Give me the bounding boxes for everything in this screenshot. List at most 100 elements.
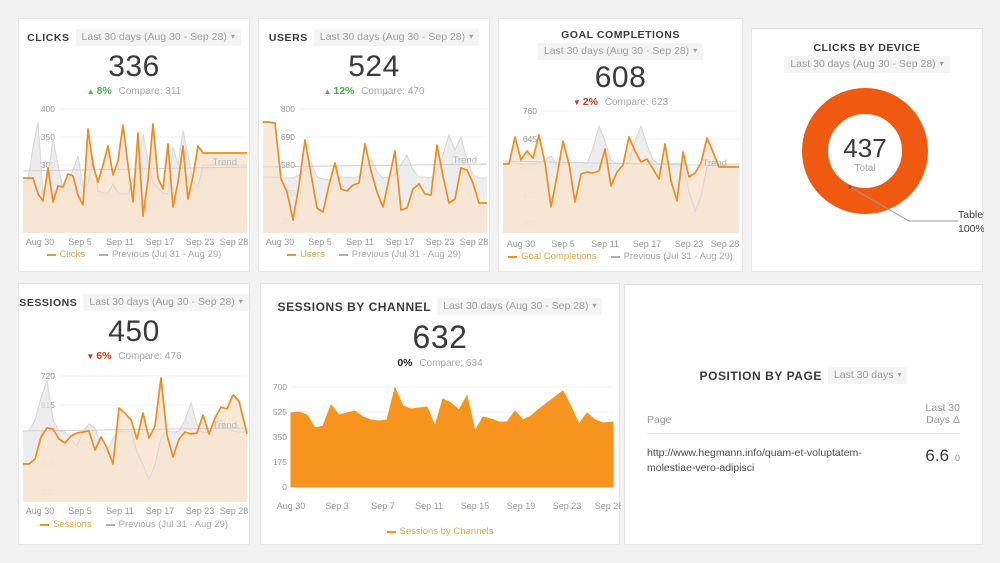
sessions-metric-value: 450 [108, 315, 160, 348]
goals-chart-svg: 760 645 530 415 300 Trend Aug 30 Sep 5 S… [502, 106, 740, 249]
svg-text:Sep 11: Sep 11 [591, 239, 619, 249]
position-value: 6.6 [925, 446, 950, 465]
line-swatch-icon [46, 253, 56, 256]
clicks-delta: ▲ 8% [86, 85, 112, 97]
svg-text:525: 525 [273, 407, 287, 417]
users-metric-value: 524 [348, 50, 400, 83]
sessions-delta: ▼ 6% [86, 350, 112, 362]
sessions-header: SESSIONS Last 30 days (Aug 30 - Sep 28) … [19, 284, 249, 311]
cell-page-url[interactable]: http://www.hegmann.info/quam-et-voluptat… [647, 434, 925, 487]
sessions-range-selector[interactable]: Last 30 days (Aug 30 - Sep 28) ▾ [83, 294, 249, 311]
legend-item-sessions-by-channels[interactable]: Sessions by Channels [386, 526, 494, 537]
sessions-range-label: Last 30 days (Aug 30 - Sep 28) [89, 296, 235, 308]
channel-range-label: Last 30 days (Aug 30 - Sep 28) [443, 300, 589, 312]
arrow-up-icon: ▲ [86, 87, 95, 96]
svg-text:760: 760 [523, 106, 537, 116]
position-range-label: Last 30 days [833, 369, 894, 381]
device-range-label: Last 30 days (Aug 30 - Sep 28) [790, 58, 936, 70]
svg-text:Sep 11: Sep 11 [415, 501, 443, 511]
channel-area [290, 386, 614, 488]
channel-header: SESSIONS BY CHANNEL Last 30 days (Aug 30… [261, 284, 619, 315]
column-header-line2: Days [926, 414, 951, 426]
svg-text:Sep 28: Sep 28 [220, 506, 249, 516]
svg-text:720: 720 [41, 371, 55, 381]
clicks-header: CLICKS Last 30 days (Aug 30 - Sep 28) ▾ [19, 19, 249, 46]
users-range-selector[interactable]: Last 30 days (Aug 30 - Sep 28) ▾ [313, 29, 480, 46]
svg-text:175: 175 [273, 457, 287, 467]
users-compare-row: ▲ 12% Compare: 470 [259, 85, 489, 97]
position-table-body: http://www.hegmann.info/quam-et-voluptat… [647, 434, 960, 487]
legend-item-previous[interactable]: Previous (Jul 31 - Aug 29) [610, 251, 733, 262]
users-legend: Users Previous (Jul 31 - Aug 29) [259, 249, 489, 260]
legend-label: Goal Completions [521, 251, 597, 262]
clicks-range-selector[interactable]: Last 30 days (Aug 30 - Sep 28) ▾ [75, 29, 241, 46]
svg-text:Sep 28: Sep 28 [460, 237, 489, 247]
position-delta: 0 [954, 453, 960, 463]
svg-text:Aug 30: Aug 30 [507, 239, 536, 249]
svg-text:Sep 17: Sep 17 [146, 506, 175, 516]
dashboard-root: CLICKS Last 30 days (Aug 30 - Sep 28) ▾ … [0, 0, 1000, 563]
clicks-trend-label: Trend [213, 157, 237, 168]
line-swatch-icon [105, 523, 115, 526]
legend-label: Sessions by Channels [399, 526, 494, 537]
goals-header: GOAL COMPLETIONS Last 30 days (Aug 30 - … [499, 19, 742, 60]
legend-label: Previous (Jul 31 - Aug 29) [623, 251, 733, 262]
card-position-by-page: POSITION BY PAGE Last 30 days ▾ Page Las… [624, 284, 983, 545]
legend-label: Previous (Jul 31 - Aug 29) [351, 249, 462, 260]
users-trend-label: Trend [453, 155, 477, 166]
chevron-down-icon: ▾ [230, 32, 235, 41]
svg-text:Sep 11: Sep 11 [346, 237, 374, 247]
channel-metric-value: 632 [412, 319, 468, 355]
legend-label: Clicks [59, 249, 86, 260]
svg-text:Sep 17: Sep 17 [146, 237, 175, 247]
legend-item-previous[interactable]: Previous (Jul 31 - Aug 29) [105, 519, 228, 530]
users-x-axis: Aug 30 Sep 5 Sep 11 Sep 17 Sep 23 Sep 28 [266, 237, 489, 247]
svg-text:Sep 28: Sep 28 [711, 239, 740, 249]
svg-text:645: 645 [523, 134, 537, 144]
svg-text:700: 700 [273, 382, 287, 392]
legend-item-goal-completions[interactable]: Goal Completions [508, 251, 597, 262]
table-row[interactable]: http://www.hegmann.info/quam-et-voluptat… [647, 434, 960, 487]
svg-text:Sep 3: Sep 3 [325, 501, 349, 511]
clicks-compare-label: Compare: 311 [118, 86, 182, 97]
goals-legend: Goal Completions Previous (Jul 31 - Aug … [499, 251, 742, 262]
device-range-selector[interactable]: Last 30 days (Aug 30 - Sep 28) ▾ [784, 56, 950, 73]
position-range-selector[interactable]: Last 30 days ▾ [827, 367, 908, 384]
card-clicks-by-device: CLICKS BY DEVICE Last 30 days (Aug 30 - … [751, 28, 984, 272]
chevron-down-icon: ▾ [897, 370, 902, 379]
channel-range-selector[interactable]: Last 30 days (Aug 30 - Sep 28) ▾ [437, 298, 603, 315]
column-header-last30days[interactable]: Last 30 Days Δ [925, 402, 960, 434]
svg-text:Sep 5: Sep 5 [68, 237, 92, 247]
device-donut-svg: 437 Total Tablet 100% [802, 88, 984, 235]
line-swatch-icon [508, 255, 518, 258]
sessions-compare-label: Compare: 476 [118, 351, 182, 362]
svg-text:Sep 23: Sep 23 [426, 237, 455, 247]
line-swatch-icon [99, 253, 109, 256]
legend-item-users[interactable]: Users [286, 249, 325, 260]
sessions-chart-svg: 720 615 510 405 300 Trend Aug 30 Sep 5 S… [22, 371, 249, 516]
svg-text:Sep 5: Sep 5 [308, 237, 332, 247]
channel-chart: 700 525 350 175 0 Aug 30 Sep 3 Sep 7 Sep… [261, 374, 621, 537]
legend-label: Previous (Jul 31 - Aug 29) [118, 519, 228, 530]
card-users: USERS Last 30 days (Aug 30 - Sep 28) ▾ 5… [258, 18, 490, 272]
legend-item-clicks[interactable]: Clicks [46, 249, 86, 260]
chevron-down-icon: ▾ [693, 46, 698, 55]
card-sessions: SESSIONS Last 30 days (Aug 30 - Sep 28) … [18, 283, 250, 545]
clicks-title: CLICKS [27, 31, 70, 44]
goals-range-selector[interactable]: Last 30 days (Aug 30 - Sep 28) ▾ [537, 43, 704, 60]
svg-text:Sep 17: Sep 17 [633, 239, 662, 249]
legend-item-previous[interactable]: Previous (Jul 31 - Aug 29) [99, 249, 221, 260]
card-goal-completions: GOAL COMPLETIONS Last 30 days (Aug 30 - … [498, 18, 743, 272]
clicks-range-label: Last 30 days (Aug 30 - Sep 28) [81, 31, 227, 43]
goals-title: GOAL COMPLETIONS [561, 29, 680, 41]
svg-text:Sep 28: Sep 28 [595, 501, 621, 511]
clicks-metric-value: 336 [108, 50, 160, 83]
legend-item-sessions[interactable]: Sessions [40, 519, 92, 530]
arrow-down-icon: ▼ [86, 352, 95, 361]
svg-text:Sep 5: Sep 5 [68, 506, 92, 516]
users-range-label: Last 30 days (Aug 30 - Sep 28) [319, 31, 466, 43]
column-header-page[interactable]: Page [647, 402, 926, 434]
svg-text:Sep 11: Sep 11 [106, 237, 134, 247]
svg-text:Sep 11: Sep 11 [106, 506, 134, 516]
legend-item-previous[interactable]: Previous (Jul 31 - Aug 29) [338, 249, 462, 260]
